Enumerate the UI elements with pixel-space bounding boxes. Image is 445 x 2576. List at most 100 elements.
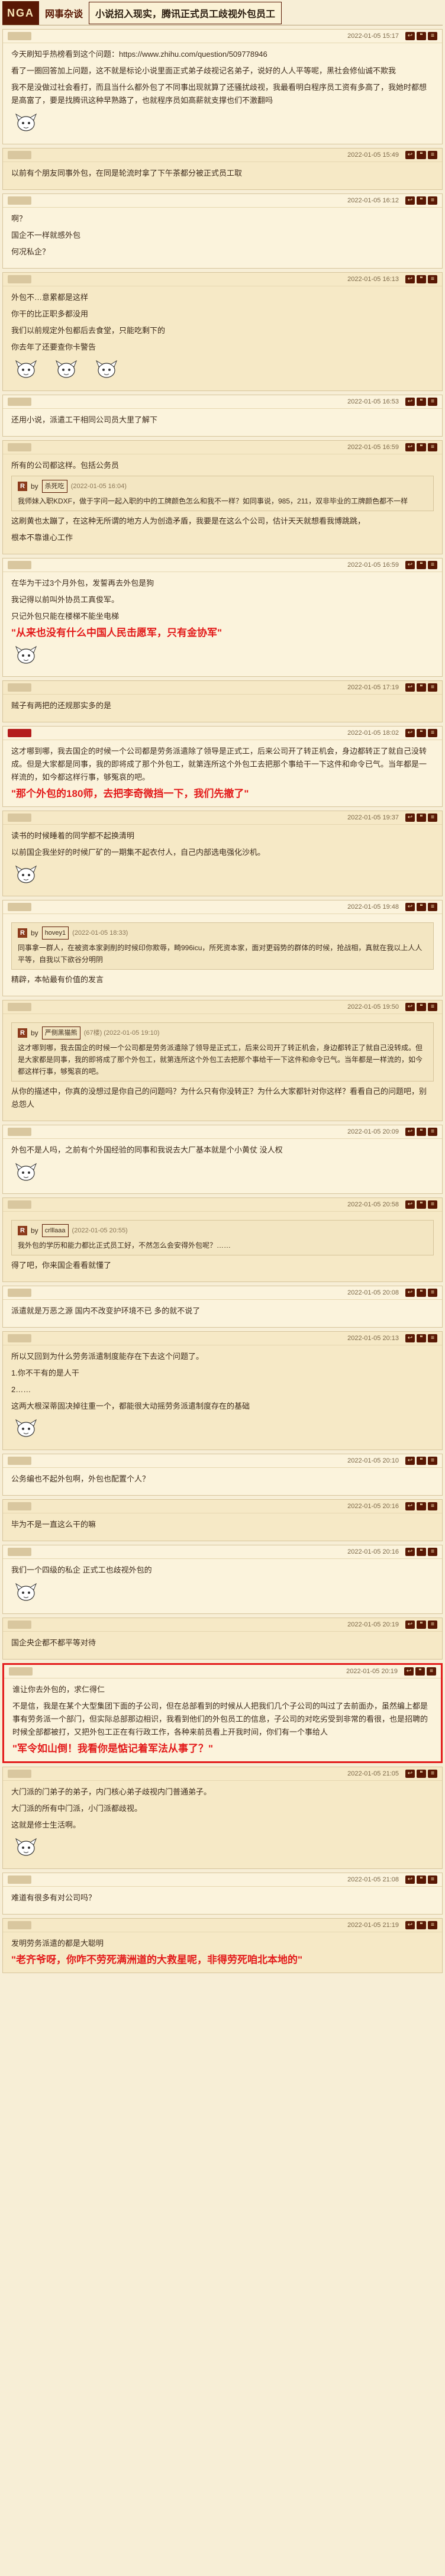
user-tag[interactable] (8, 1334, 31, 1342)
menu-icon[interactable]: ≡ (428, 814, 437, 822)
user-tag[interactable] (8, 398, 31, 406)
quote-icon[interactable]: ❝ (417, 1200, 426, 1209)
quote-icon[interactable]: ❝ (417, 683, 426, 692)
menu-icon[interactable]: ≡ (428, 1200, 437, 1209)
user-tag[interactable] (8, 1921, 31, 1929)
reply-icon[interactable]: ↩ (405, 1548, 415, 1556)
reply-icon[interactable]: ↩ (405, 1289, 415, 1297)
quote-icon[interactable]: ❝ (417, 1621, 426, 1629)
user-tag[interactable] (8, 196, 31, 205)
quote-icon[interactable]: ❝ (417, 1289, 426, 1297)
menu-icon[interactable]: ≡ (428, 32, 437, 40)
quote-icon[interactable]: ❝ (417, 151, 426, 159)
quote-icon[interactable]: ❝ (417, 903, 426, 911)
quote-icon[interactable]: ❝ (417, 443, 426, 451)
user-tag[interactable] (8, 1770, 31, 1778)
menu-icon[interactable]: ≡ (428, 275, 437, 283)
reply-icon[interactable]: ↩ (405, 1003, 415, 1011)
user-tag[interactable] (8, 561, 31, 569)
menu-icon[interactable]: ≡ (428, 1770, 437, 1778)
reply-icon[interactable]: ↩ (405, 683, 415, 692)
menu-icon[interactable]: ≡ (428, 1548, 437, 1556)
user-tag[interactable] (8, 1548, 31, 1556)
reply-icon[interactable]: ↩ (405, 398, 415, 406)
user-tag[interactable] (8, 32, 31, 40)
nga-logo[interactable]: NGA (2, 1, 39, 25)
menu-icon[interactable]: ≡ (428, 1921, 437, 1929)
menu-icon[interactable]: ≡ (428, 151, 437, 159)
quote-icon[interactable]: ❝ (417, 1128, 426, 1136)
user-tag[interactable] (8, 1502, 31, 1510)
reply-icon[interactable]: ↩ (405, 1457, 415, 1465)
user-tag[interactable] (8, 814, 31, 822)
menu-icon[interactable]: ≡ (427, 1667, 436, 1676)
quote-icon[interactable]: ❝ (417, 196, 426, 205)
menu-icon[interactable]: ≡ (428, 561, 437, 569)
menu-icon[interactable]: ≡ (428, 1621, 437, 1629)
user-tag[interactable] (8, 1875, 31, 1884)
quote-icon[interactable]: ❝ (417, 561, 426, 569)
user-tag[interactable] (8, 729, 31, 737)
quote-icon[interactable]: ❝ (417, 1502, 426, 1510)
user-tag[interactable] (8, 1457, 31, 1465)
quote-icon[interactable]: ❝ (417, 32, 426, 40)
user-tag[interactable] (8, 151, 31, 159)
menu-icon[interactable]: ≡ (428, 1003, 437, 1011)
quote-icon[interactable]: ❝ (417, 1003, 426, 1011)
reply-icon[interactable]: ↩ (405, 1502, 415, 1510)
menu-icon[interactable]: ≡ (428, 1128, 437, 1136)
menu-icon[interactable]: ≡ (428, 196, 437, 205)
quote-icon[interactable]: ❝ (417, 1334, 426, 1342)
reply-icon[interactable]: ↩ (405, 814, 415, 822)
menu-icon[interactable]: ≡ (428, 1457, 437, 1465)
user-tag[interactable] (8, 1003, 31, 1011)
menu-icon[interactable]: ≡ (428, 1502, 437, 1510)
quote-username[interactable]: hovey1 (41, 927, 69, 940)
reply-icon[interactable]: ↩ (404, 1667, 414, 1676)
user-tag[interactable] (8, 903, 31, 911)
quote-icon[interactable]: ❝ (417, 1457, 426, 1465)
quote-icon[interactable]: ❝ (415, 1667, 425, 1676)
quote-icon[interactable]: ❝ (417, 1875, 426, 1884)
reply-icon[interactable]: ↩ (405, 196, 415, 205)
reply-icon[interactable]: ↩ (405, 1921, 415, 1929)
quote-icon[interactable]: ❝ (417, 729, 426, 737)
menu-icon[interactable]: ≡ (428, 683, 437, 692)
quote-username[interactable]: crlllaaa (41, 1224, 69, 1237)
reply-icon[interactable]: ↩ (405, 275, 415, 283)
reply-icon[interactable]: ↩ (405, 151, 415, 159)
quote-icon[interactable]: ❝ (417, 275, 426, 283)
menu-icon[interactable]: ≡ (428, 903, 437, 911)
reply-icon[interactable]: ↩ (405, 561, 415, 569)
user-tag[interactable] (8, 1289, 31, 1297)
user-tag[interactable] (8, 1128, 31, 1136)
reply-icon[interactable]: ↩ (405, 1200, 415, 1209)
reply-icon[interactable]: ↩ (405, 443, 415, 451)
quote-icon[interactable]: ❝ (417, 1921, 426, 1929)
user-tag[interactable] (9, 1667, 33, 1676)
user-tag[interactable] (8, 1200, 31, 1209)
reply-icon[interactable]: ↩ (405, 1334, 415, 1342)
reply-icon[interactable]: ↩ (405, 1770, 415, 1778)
quote-icon[interactable]: ❝ (417, 814, 426, 822)
quote-username[interactable]: 严侧黑猫熊 (41, 1026, 80, 1040)
reply-icon[interactable]: ↩ (405, 903, 415, 911)
user-tag[interactable] (8, 443, 31, 451)
quote-icon[interactable]: ❝ (417, 398, 426, 406)
reply-icon[interactable]: ↩ (405, 1875, 415, 1884)
user-tag[interactable] (8, 1621, 31, 1629)
reply-icon[interactable]: ↩ (405, 1621, 415, 1629)
menu-icon[interactable]: ≡ (428, 1289, 437, 1297)
reply-icon[interactable]: ↩ (405, 729, 415, 737)
user-tag[interactable] (8, 683, 31, 692)
menu-icon[interactable]: ≡ (428, 398, 437, 406)
menu-icon[interactable]: ≡ (428, 729, 437, 737)
menu-icon[interactable]: ≡ (428, 1334, 437, 1342)
quote-icon[interactable]: ❝ (417, 1548, 426, 1556)
menu-icon[interactable]: ≡ (428, 1875, 437, 1884)
menu-icon[interactable]: ≡ (428, 443, 437, 451)
reply-icon[interactable]: ↩ (405, 1128, 415, 1136)
reply-icon[interactable]: ↩ (405, 32, 415, 40)
user-tag[interactable] (8, 275, 31, 283)
breadcrumb-section[interactable]: 网事杂谈 (39, 6, 89, 20)
